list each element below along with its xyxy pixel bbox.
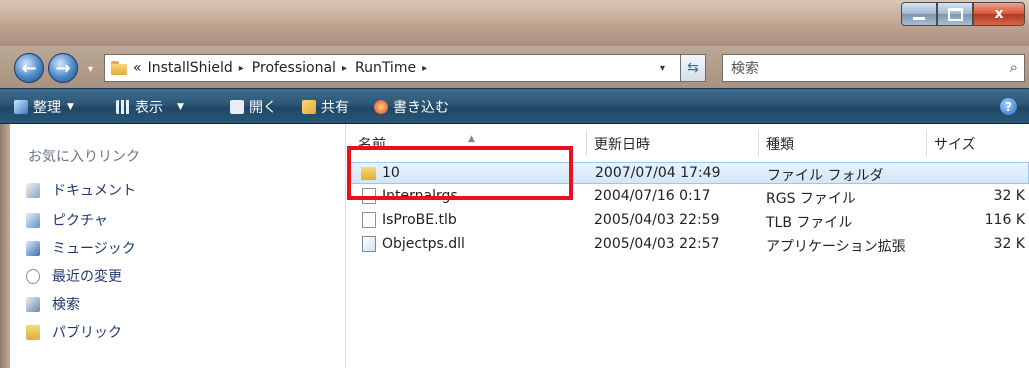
search-input[interactable]: 検索 ⌕ — [722, 54, 1025, 82]
address-dropdown-icon[interactable]: ▾ — [660, 63, 665, 74]
share-icon — [302, 100, 316, 114]
views-icon — [116, 100, 130, 114]
nav-item-label: ピクチャ — [52, 213, 108, 229]
search-folder-icon — [26, 296, 40, 312]
address-bar[interactable]: « InstallShield ▸ Professional ▸ RunTime… — [104, 54, 702, 82]
pictures-icon — [26, 212, 40, 228]
nav-item-pictures[interactable]: ピクチャ — [26, 210, 108, 230]
file-name: Objectps.dll — [382, 236, 465, 252]
organize-button[interactable]: 整理 ▼ — [14, 97, 74, 117]
file-modified: 2004/07/16 0:17 — [594, 188, 711, 204]
favorite-links-title: お気に入りリンク — [28, 149, 140, 165]
refresh-icon: ⇆ — [687, 60, 699, 76]
file-type: アプリケーション拡張 — [766, 239, 906, 255]
documents-icon — [26, 182, 40, 198]
share-button[interactable]: 共有 — [302, 97, 349, 117]
nav-item-label: ドキュメント — [52, 183, 136, 199]
file-name-cell: Objectps.dll — [362, 236, 465, 252]
table-row[interactable]: IsProBE.tlb 2005/04/03 22:59 TLB ファイル 11… — [350, 210, 1029, 232]
file-modified: 2007/07/04 17:49 — [595, 165, 721, 181]
share-label: 共有 — [321, 100, 349, 116]
dll-file-icon — [362, 236, 376, 252]
back-button[interactable]: ← — [14, 53, 44, 83]
organize-caret-icon: ▼ — [67, 102, 74, 112]
burn-icon — [374, 100, 388, 114]
command-toolbar: 整理 ▼ 表示 ▼ 開く 共有 書き込む ? — [0, 88, 1029, 124]
music-icon — [26, 240, 40, 256]
file-icon — [362, 212, 376, 228]
forward-button[interactable]: → — [48, 53, 78, 83]
column-header-modified[interactable]: 更新日時 — [594, 134, 650, 154]
navigation-pane: お気に入りリンク ドキュメント ピクチャ ミュージック 最近の変更 検索 パブリ… — [10, 124, 346, 368]
search-icon[interactable]: ⌕ — [1010, 58, 1018, 76]
nav-item-search[interactable]: 検索 — [26, 294, 80, 314]
breadcrumb-professional[interactable]: Professional — [252, 60, 336, 76]
breadcrumb-separator-icon[interactable]: ▸ — [342, 63, 347, 74]
public-folder-icon — [26, 324, 40, 340]
window-left-edge — [0, 124, 10, 368]
column-header-type[interactable]: 種類 — [766, 134, 794, 154]
breadcrumb-separator-icon[interactable]: ▸ — [239, 63, 244, 74]
file-modified: 2005/04/03 22:59 — [594, 212, 720, 228]
file-name: IsProBE.tlb — [382, 212, 457, 228]
refresh-button[interactable]: ⇆ — [680, 54, 706, 82]
file-name-cell: IsProBE.tlb — [362, 212, 457, 228]
sort-ascending-icon: ▲ — [468, 134, 475, 144]
file-size: 32 K — [993, 236, 1025, 252]
file-type: ファイル フォルダ — [767, 168, 884, 184]
window-controls: x — [901, 2, 1025, 28]
highlight-box — [347, 146, 573, 200]
file-type: TLB ファイル — [766, 215, 853, 231]
column-header-size[interactable]: サイズ — [934, 134, 976, 154]
nav-item-music[interactable]: ミュージック — [26, 238, 136, 258]
nav-item-documents[interactable]: ドキュメント — [26, 180, 136, 200]
breadcrumb-separator-icon[interactable]: ▸ — [422, 63, 427, 74]
nav-item-label: ミュージック — [52, 241, 136, 257]
burn-button[interactable]: 書き込む — [374, 97, 449, 117]
nav-item-label: 検索 — [52, 297, 80, 313]
nav-item-label: 最近の変更 — [52, 269, 122, 285]
breadcrumb-overflow[interactable]: « — [133, 60, 142, 76]
minimize-button[interactable] — [901, 2, 937, 26]
maximize-icon — [947, 7, 963, 21]
close-icon: x — [994, 6, 1004, 22]
back-arrow-icon: ← — [21, 57, 37, 79]
column-divider[interactable] — [758, 130, 759, 156]
title-bar: x — [0, 0, 1029, 46]
open-label: 開く — [249, 100, 277, 116]
help-icon[interactable]: ? — [1000, 98, 1017, 115]
table-row[interactable]: Objectps.dll 2005/04/03 22:57 アプリケーション拡張… — [350, 234, 1029, 256]
nav-item-public[interactable]: パブリック — [26, 322, 122, 342]
minimize-icon — [913, 16, 925, 20]
file-modified: 2005/04/03 22:57 — [594, 236, 720, 252]
organize-icon — [14, 100, 28, 114]
forward-arrow-icon: → — [55, 57, 71, 79]
column-divider[interactable] — [926, 130, 927, 156]
open-icon — [230, 100, 244, 114]
file-size: 32 K — [993, 188, 1025, 204]
folder-icon — [111, 61, 127, 75]
column-divider[interactable] — [586, 130, 587, 156]
views-button[interactable]: 表示 ▼ — [116, 97, 184, 117]
close-button[interactable]: x — [973, 2, 1025, 26]
nav-item-recent[interactable]: 最近の変更 — [26, 266, 122, 286]
views-label: 表示 — [135, 100, 163, 116]
organize-label: 整理 — [33, 100, 61, 116]
burn-label: 書き込む — [393, 100, 449, 116]
recent-changes-icon — [26, 268, 40, 284]
recent-pages-dropdown[interactable]: ▾ — [88, 64, 93, 75]
search-placeholder: 検索 — [731, 61, 759, 77]
open-button[interactable]: 開く — [230, 97, 277, 117]
file-size: 116 K — [984, 212, 1025, 228]
address-row: ← → ▾ « InstallShield ▸ Professional ▸ R… — [0, 46, 1029, 88]
breadcrumb-runtime[interactable]: RunTime — [355, 60, 416, 76]
file-type: RGS ファイル — [766, 191, 856, 207]
breadcrumb-installshield[interactable]: InstallShield — [148, 60, 233, 76]
views-caret-icon: ▼ — [177, 102, 184, 112]
maximize-button[interactable] — [937, 2, 973, 26]
nav-item-label: パブリック — [52, 325, 122, 341]
